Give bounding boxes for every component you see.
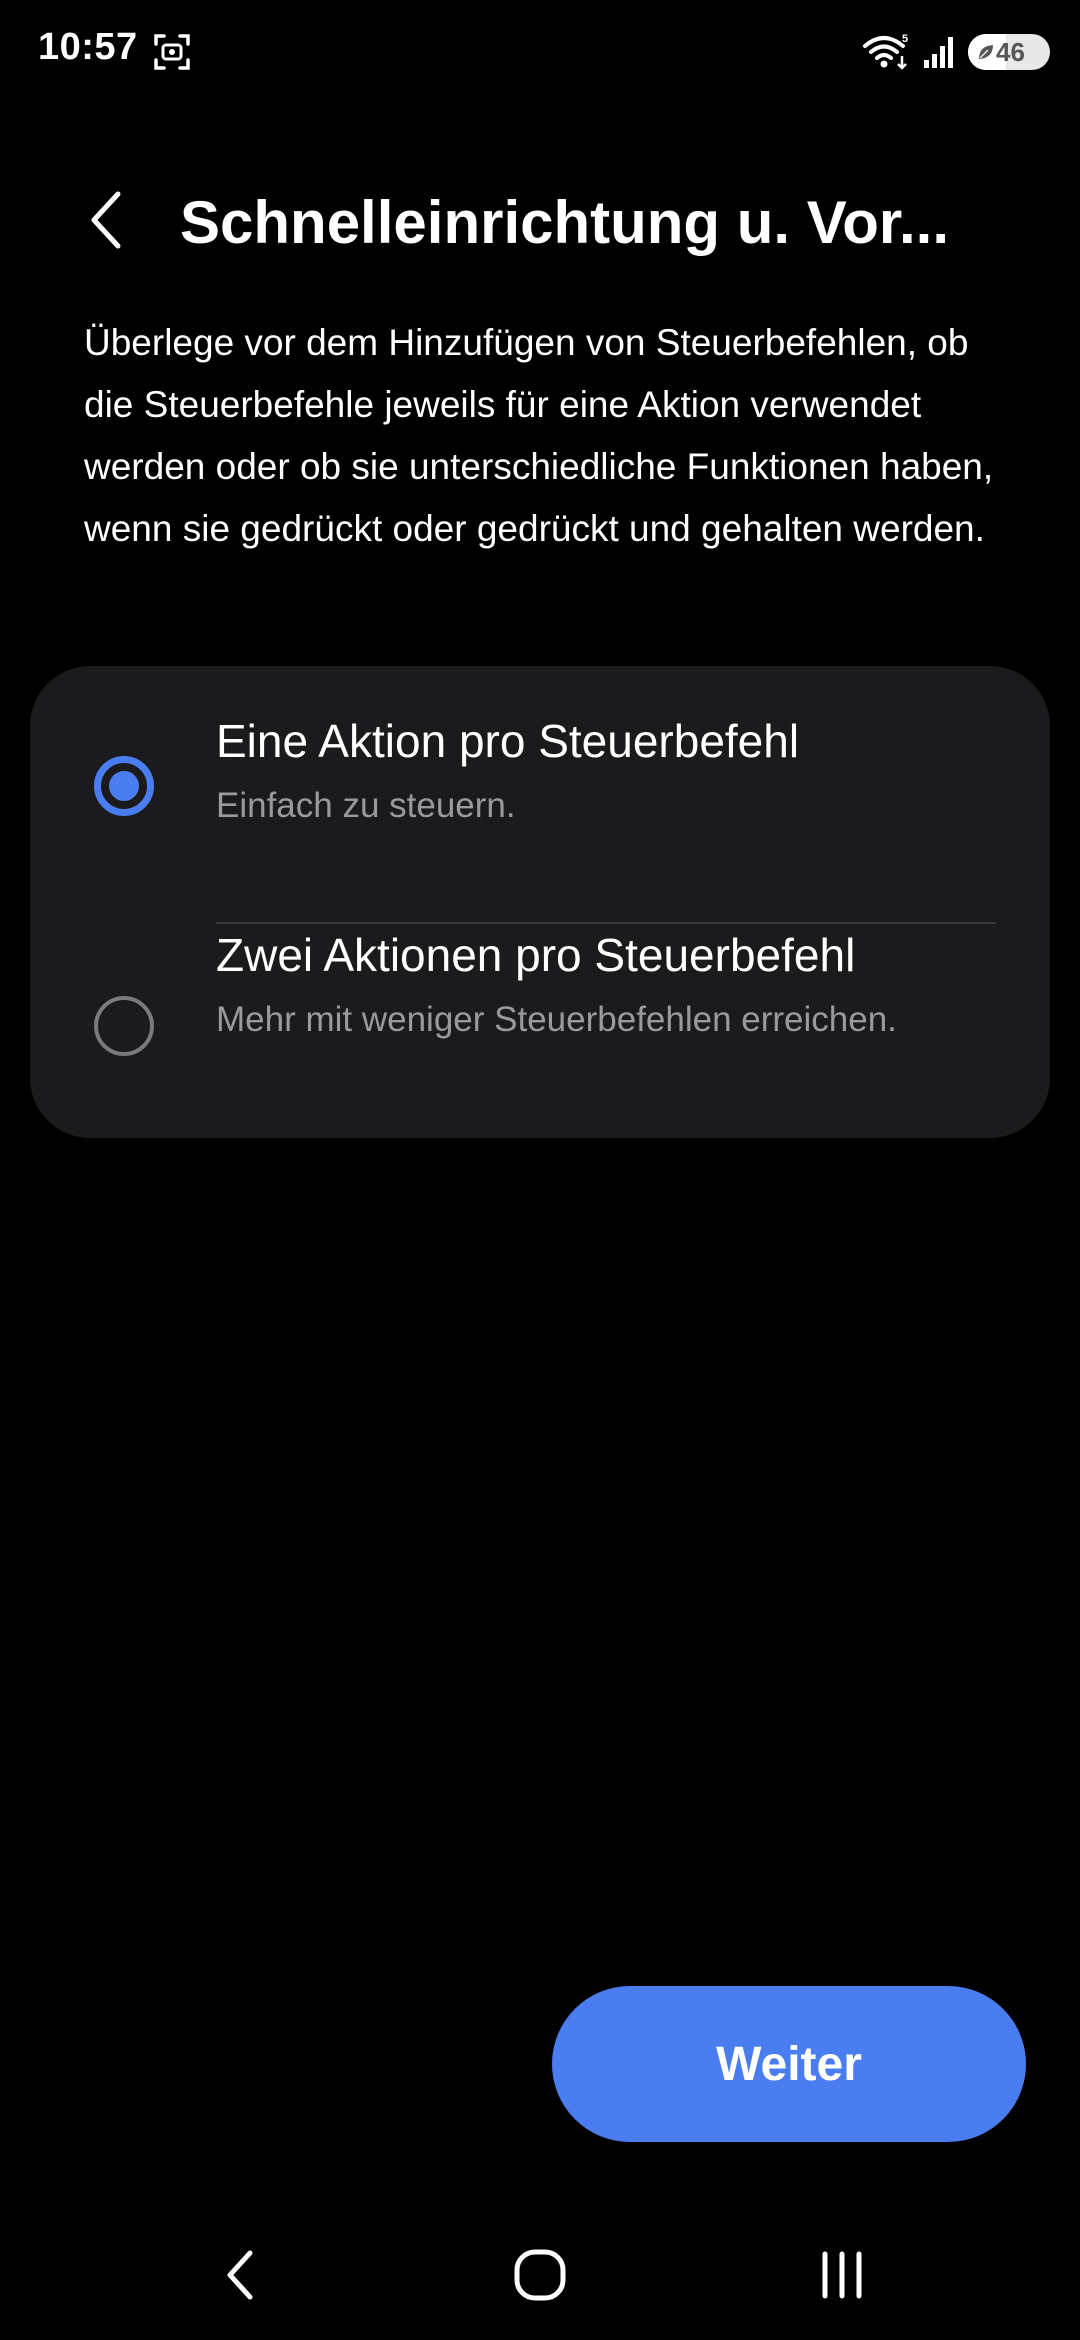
chevron-left-icon [91, 191, 121, 249]
nav-back-icon [227, 2250, 253, 2300]
battery-level: 46 [996, 36, 1025, 67]
nav-recents-button[interactable] [802, 2240, 882, 2310]
radio-selected[interactable] [94, 756, 154, 816]
description-text: Überlege vor dem Hinzufügen von Steuerbe… [84, 322, 994, 549]
option-two-actions[interactable]: Zwei Aktionen pro Steuerbefehl Mehr mit … [30, 928, 1050, 1118]
wifi-icon: 5 [863, 33, 908, 70]
options-card: Eine Aktion pro Steuerbefehl Einfach zu … [30, 666, 1050, 1138]
nav-home-icon [514, 2249, 566, 2301]
page-title: Schnelleinrichtung u. Vor... [180, 189, 949, 256]
radio-unselected[interactable] [94, 996, 154, 1056]
option-one-action[interactable]: Eine Aktion pro Steuerbefehl Einfach zu … [30, 714, 1050, 924]
navigation-bar [0, 2220, 1080, 2320]
nav-recents-icon [822, 2251, 862, 2299]
wifi-generation: 5 [902, 33, 908, 45]
option-subtitle: Mehr mit weniger Steuerbefehlen erreiche… [216, 1000, 897, 1039]
nav-back-button[interactable] [200, 2240, 280, 2310]
option-title: Zwei Aktionen pro Steuerbefehl [216, 929, 856, 981]
option-title: Eine Aktion pro Steuerbefehl [216, 715, 800, 767]
nav-home-button[interactable] [500, 2240, 580, 2310]
status-bar: 10:57 5 46 [0, 0, 1080, 100]
radio-dot [109, 771, 139, 801]
divider [216, 922, 996, 924]
status-icons: 5 46 [862, 30, 1050, 74]
signal-icon [924, 37, 953, 68]
option-subtitle: Einfach zu steuern. [216, 786, 516, 825]
screen-capture-icon [154, 34, 190, 70]
header: Schnelleinrichtung u. Vor... [0, 170, 1080, 270]
next-button[interactable]: Weiter [552, 1986, 1026, 2142]
back-button[interactable] [70, 184, 142, 256]
leaf-icon [979, 45, 993, 59]
status-time: 10:57 [38, 26, 138, 68]
battery-icon: 46 [968, 34, 1050, 70]
